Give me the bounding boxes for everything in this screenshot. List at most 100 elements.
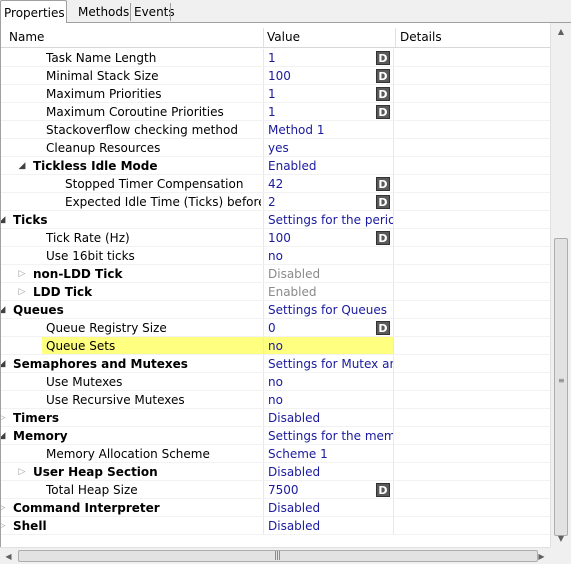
table-row[interactable]: Stopped Timer Compensation 42 D	[1, 175, 551, 193]
tab-methods[interactable]: Methods	[75, 2, 132, 22]
table-row[interactable]: Queue Sets no	[1, 337, 551, 355]
property-value-cell[interactable]: Settings for Mutex and Semaphore	[263, 355, 394, 373]
table-row[interactable]: Maximum Coroutine Priorities 1 D	[1, 103, 551, 121]
column-divider[interactable]	[263, 28, 264, 47]
property-value-cell[interactable]: Enabled	[263, 283, 394, 301]
property-name-cell[interactable]: Queue Registry Size	[1, 319, 261, 337]
property-value-cell[interactable]: yes	[263, 139, 394, 157]
table-row[interactable]: Total Heap Size 7500 D	[1, 481, 551, 499]
table-row[interactable]: ◢ Ticks Settings for the periodic tick tim…	[1, 211, 551, 229]
property-value-cell[interactable]: Disabled	[263, 409, 394, 427]
collapsed-triangle-icon[interactable]: ▷	[1, 409, 7, 427]
property-name-cell[interactable]: Maximum Coroutine Priorities	[1, 103, 261, 121]
scroll-down-icon[interactable]: ▼	[551, 530, 571, 547]
default-value-button[interactable]: D	[376, 177, 390, 191]
property-value-cell[interactable]: Disabled	[263, 265, 394, 283]
property-value-cell[interactable]: no	[263, 391, 394, 409]
vertical-scrollbar[interactable]: ▲ ≡ ▼	[550, 23, 571, 547]
property-name-cell[interactable]: Tick Rate (Hz)	[1, 229, 261, 247]
property-name-cell[interactable]: Minimal Stack Size	[1, 67, 261, 85]
table-row[interactable]: Task Name Length 1 D	[1, 49, 551, 67]
column-header-value[interactable]: Value	[267, 28, 300, 47]
table-row[interactable]: ▷ LDD Tick Enabled	[1, 283, 551, 301]
column-header-details[interactable]: Details	[400, 28, 442, 47]
property-name-cell[interactable]: Use Recursive Mutexes	[1, 391, 261, 409]
table-row[interactable]: Memory Allocation Scheme Scheme 1	[1, 445, 551, 463]
property-name-cell[interactable]: ◢ Memory	[1, 427, 261, 445]
property-value-cell[interactable]: Method 1	[263, 121, 394, 139]
property-name-cell[interactable]: Cleanup Resources	[1, 139, 261, 157]
table-row[interactable]: Minimal Stack Size 100 D	[1, 67, 551, 85]
property-name-cell[interactable]: ◢ Semaphores and Mutexes	[1, 355, 261, 373]
expanded-triangle-icon[interactable]: ◢	[1, 355, 7, 373]
property-value-cell[interactable]: Settings for the memory	[263, 427, 394, 445]
collapsed-triangle-icon[interactable]: ▷	[17, 265, 27, 283]
property-value-cell[interactable]: no	[263, 247, 394, 265]
property-name-cell[interactable]: ◢ Ticks	[1, 211, 261, 229]
property-value-cell[interactable]: 100 D	[263, 229, 394, 247]
property-value-cell[interactable]: Disabled	[263, 517, 394, 535]
table-row[interactable]: ▷ non-LDD Tick Disabled	[1, 265, 551, 283]
property-name-cell[interactable]: Expected Idle Time (Ticks) before Sleep	[1, 193, 261, 211]
horizontal-scroll-thumb[interactable]: |||	[18, 550, 538, 562]
table-row[interactable]: ▷ Command Interpreter Disabled	[1, 499, 551, 517]
property-name-cell[interactable]: Stackoverflow checking method	[1, 121, 261, 139]
property-value-cell[interactable]: 0D	[263, 319, 394, 337]
property-name-cell[interactable]: ▷ LDD Tick	[1, 283, 261, 301]
scroll-right-icon[interactable]: ▶	[533, 548, 550, 565]
table-row[interactable]: ▷ Timers Disabled	[1, 409, 551, 427]
property-value-cell[interactable]: 42 D	[263, 175, 394, 193]
table-row[interactable]: Use Mutexes no	[1, 373, 551, 391]
default-value-button[interactable]: D	[376, 231, 390, 245]
property-name-cell[interactable]: ▷ User Heap Section	[1, 463, 261, 481]
column-divider[interactable]	[395, 28, 396, 47]
expanded-triangle-icon[interactable]: ◢	[1, 211, 7, 229]
tab-properties[interactable]: Properties	[0, 0, 67, 23]
property-value-cell[interactable]: 1D	[263, 85, 394, 103]
horizontal-scrollbar[interactable]: ◀ ||| ▶	[0, 547, 550, 564]
table-row[interactable]: ◢ Memory Settings for the memory	[1, 427, 551, 445]
default-value-button[interactable]: D	[376, 483, 390, 497]
default-value-button[interactable]: D	[376, 69, 390, 83]
expanded-triangle-icon[interactable]: ◢	[17, 157, 27, 175]
property-value-cell[interactable]: 100 D	[263, 67, 394, 85]
property-name-cell[interactable]: Task Name Length	[1, 49, 261, 67]
property-value-cell[interactable]: Disabled	[263, 499, 394, 517]
property-value-cell[interactable]: 1D	[263, 49, 394, 67]
property-value-cell[interactable]: Enabled	[263, 157, 394, 175]
collapsed-triangle-icon[interactable]: ▷	[1, 499, 7, 517]
property-name-cell[interactable]: ▷ non-LDD Tick	[1, 265, 261, 283]
property-name-cell[interactable]: ◢ Tickless Idle Mode	[1, 157, 261, 175]
property-name-cell[interactable]: ▷ Timers	[1, 409, 261, 427]
default-value-button[interactable]: D	[376, 105, 390, 119]
table-row[interactable]: Cleanup Resources yes	[1, 139, 551, 157]
property-name-cell[interactable]: Total Heap Size	[1, 481, 261, 499]
table-row[interactable]: ▷ Shell Disabled	[1, 517, 551, 535]
default-value-button[interactable]: D	[376, 321, 390, 335]
property-value-cell[interactable]: 7500 D	[263, 481, 394, 499]
property-value-cell[interactable]: no	[263, 337, 394, 355]
table-row[interactable]: Stackoverflow checking method Method 1	[1, 121, 551, 139]
property-name-cell[interactable]: ▷ Shell	[1, 517, 261, 535]
expanded-triangle-icon[interactable]: ◢	[1, 427, 7, 445]
collapsed-triangle-icon[interactable]: ▷	[17, 463, 27, 481]
table-row[interactable]: ◢ Tickless Idle Mode Enabled	[1, 157, 551, 175]
property-value-cell[interactable]: Settings for Queues	[263, 301, 394, 319]
property-name-cell[interactable]: Memory Allocation Scheme	[1, 445, 261, 463]
property-name-cell[interactable]: ◢ Queues	[1, 301, 261, 319]
property-name-cell[interactable]: Use Mutexes	[1, 373, 261, 391]
property-name-cell[interactable]: Maximum Priorities	[1, 85, 261, 103]
table-row[interactable]: Queue Registry Size 0 D	[1, 319, 551, 337]
default-value-button[interactable]: D	[376, 195, 390, 209]
scroll-up-icon[interactable]: ▲	[551, 23, 571, 40]
property-name-cell[interactable]: Stopped Timer Compensation	[1, 175, 261, 193]
property-name-cell[interactable]: Queue Sets	[1, 337, 261, 355]
table-row[interactable]: Use 16bit ticks no	[1, 247, 551, 265]
property-value-cell[interactable]: Disabled	[263, 463, 394, 481]
table-row[interactable]: Use Recursive Mutexes no	[1, 391, 551, 409]
scroll-left-icon[interactable]: ◀	[0, 548, 17, 565]
default-value-button[interactable]: D	[376, 51, 390, 65]
property-value-cell[interactable]: no	[263, 373, 394, 391]
collapsed-triangle-icon[interactable]: ▷	[17, 283, 27, 301]
property-value-cell[interactable]: Settings for the periodic tick timer	[263, 211, 394, 229]
